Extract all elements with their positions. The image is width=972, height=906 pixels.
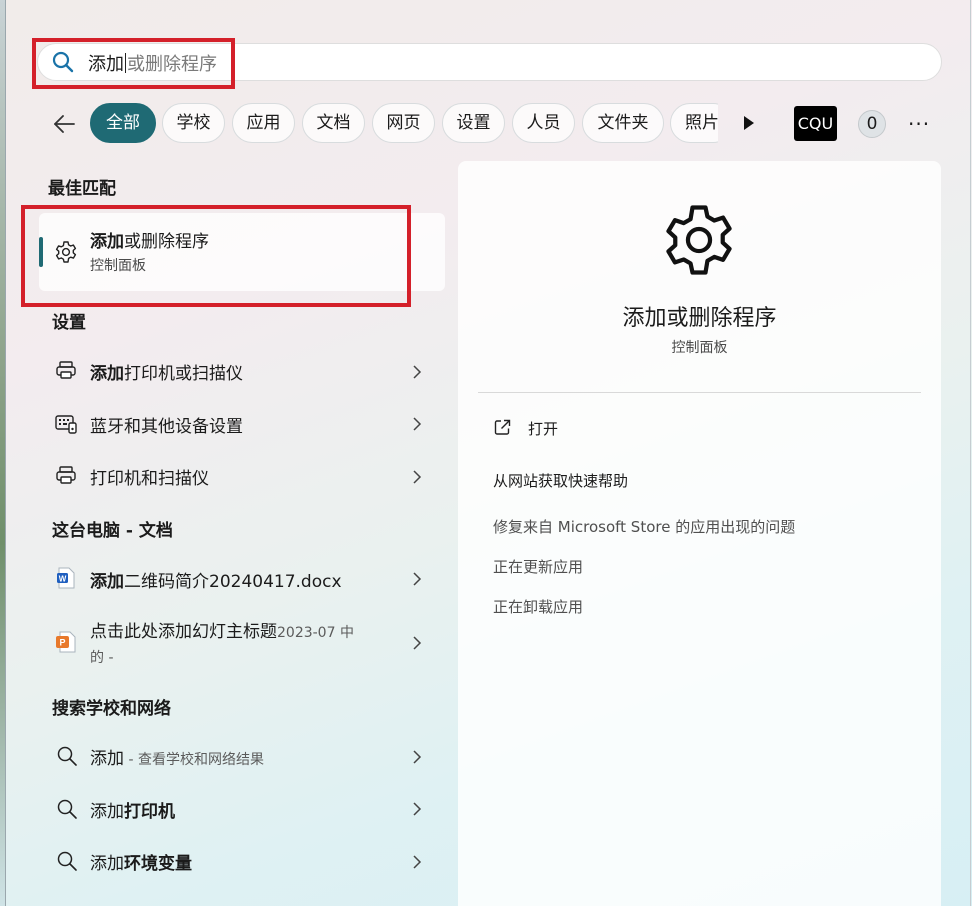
web-result-bold: 打印机: [124, 802, 175, 822]
highlight-box-best-match: [21, 205, 411, 307]
best-match-heading: 最佳匹配: [48, 179, 116, 199]
svg-text:P: P: [59, 638, 65, 648]
web-result-add-printer[interactable]: 添加打印机: [90, 797, 175, 822]
document-item-docx[interactable]: 添加二维码简介20240417.docx: [90, 567, 342, 592]
chevron-right-icon[interactable]: [412, 636, 422, 650]
settings-item-bold: 添加: [90, 364, 124, 384]
chevron-right-icon[interactable]: [412, 750, 422, 764]
play-icon[interactable]: [741, 114, 757, 132]
back-arrow-icon[interactable]: [51, 111, 77, 137]
document-item-label: 点击此处添加幻灯主标题: [90, 622, 277, 642]
settings-item-label: 打印机和扫描仪: [90, 469, 209, 489]
tab-photos-clip: 照片: [670, 103, 718, 143]
tab-web[interactable]: 网页: [372, 103, 435, 143]
chevron-right-icon[interactable]: [412, 365, 422, 379]
settings-item-bluetooth[interactable]: 蓝牙和其他设备设置: [90, 412, 243, 437]
web-result-query: 添加: [90, 749, 124, 769]
web-result-suffix: - 查看学校和网络结果: [124, 752, 264, 768]
tab-apps[interactable]: 应用: [232, 103, 295, 143]
document-item-meta: 2023-07 中: [277, 625, 354, 641]
chevron-right-icon[interactable]: [412, 417, 422, 431]
web-search-heading: 搜索学校和网络: [52, 699, 171, 719]
word-doc-icon: W: [57, 567, 75, 589]
printer-icon: [56, 466, 76, 484]
highlight-box-search: [32, 38, 235, 89]
document-item-label: 二维码简介20240417.docx: [124, 572, 342, 592]
tab-settings[interactable]: 设置: [442, 103, 505, 143]
preview-divider: [478, 392, 921, 393]
settings-item-label: 蓝牙和其他设备设置: [90, 417, 243, 437]
settings-item-printers-scanners[interactable]: 打印机和扫描仪: [90, 464, 209, 489]
settings-heading: 设置: [52, 313, 86, 333]
quick-help-heading: 从网站获取快速帮助: [493, 472, 629, 490]
chevron-right-icon[interactable]: [412, 572, 422, 586]
preview-title: 添加或删除程序: [622, 306, 777, 331]
tab-all[interactable]: 全部: [90, 103, 156, 143]
web-result-bold: 环境变量: [124, 854, 192, 874]
search-icon: [57, 746, 77, 766]
desktop-background-strip: [0, 0, 6, 906]
search-icon: [57, 851, 77, 871]
gear-icon: [666, 205, 732, 275]
document-item-meta-line2: 的 -: [90, 650, 114, 666]
rewards-points-badge[interactable]: 0: [858, 110, 886, 138]
help-link-updating-apps[interactable]: 正在更新应用: [493, 556, 583, 577]
preview-subtitle: 控制面板: [671, 340, 728, 356]
help-link-uninstalling-apps[interactable]: 正在卸载应用: [493, 596, 583, 617]
web-result-school-network[interactable]: 添加 - 查看学校和网络结果: [90, 744, 264, 769]
documents-heading: 这台电脑 - 文档: [52, 521, 173, 541]
tab-people[interactable]: 人员: [512, 103, 575, 143]
open-action[interactable]: 打开: [528, 418, 558, 439]
tab-school[interactable]: 学校: [162, 103, 225, 143]
settings-item-add-printer[interactable]: 添加打印机或扫描仪: [90, 359, 243, 384]
more-icon[interactable]: ···: [908, 112, 930, 136]
printer-icon: [56, 361, 76, 379]
document-item-bold: 添加: [90, 572, 124, 592]
organization-badge[interactable]: CQU: [794, 106, 837, 141]
search-icon: [57, 799, 77, 819]
powerpoint-icon: P: [56, 631, 76, 653]
chevron-right-icon[interactable]: [412, 855, 422, 869]
chevron-right-icon[interactable]: [412, 802, 422, 816]
settings-item-label: 打印机或扫描仪: [124, 364, 243, 384]
web-result-query: 添加: [90, 802, 124, 822]
web-result-query: 添加: [90, 854, 124, 874]
document-item-pptx[interactable]: 点击此处添加幻灯主标题2023-07 中 的 -: [90, 620, 380, 670]
help-link-fix-store-apps[interactable]: 修复来自 Microsoft Store 的应用出现的问题: [493, 516, 795, 537]
open-external-icon[interactable]: [493, 418, 512, 437]
chevron-right-icon[interactable]: [412, 470, 422, 484]
web-result-env-variables[interactable]: 添加环境变量: [90, 849, 192, 874]
svg-text:W: W: [59, 575, 67, 584]
tab-documents[interactable]: 文档: [302, 103, 365, 143]
keyboard-icon: [55, 415, 77, 434]
tab-folders[interactable]: 文件夹: [582, 103, 664, 143]
tab-photos[interactable]: 照片: [670, 103, 718, 143]
